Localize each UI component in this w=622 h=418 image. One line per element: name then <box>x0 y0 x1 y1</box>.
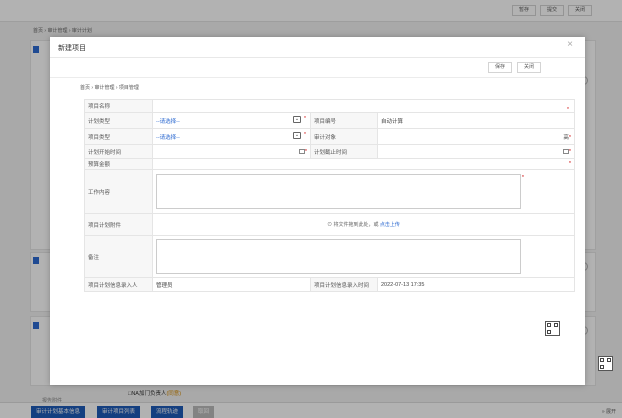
project-name-field[interactable]: * <box>152 99 575 113</box>
entry-person-label: 项目计划信息录入人 <box>84 277 153 292</box>
budget-label: 预算金额 <box>84 158 153 170</box>
plan-start-field[interactable]: * <box>152 144 311 159</box>
entry-person-value: 管理员 <box>152 277 311 292</box>
qr-code-icon[interactable] <box>545 321 560 336</box>
project-code-value: 自动计算 <box>377 112 575 129</box>
remarks-textarea[interactable] <box>152 235 575 278</box>
remarks-label: 备注 <box>84 235 153 278</box>
entry-time-value: 2022-07-13 17:35 <box>377 277 575 292</box>
attachment-label: 项目计划附件 <box>84 213 153 236</box>
divider <box>50 77 585 78</box>
audit-target-label: 审计对象 <box>310 128 378 145</box>
upload-link[interactable]: 点击上传 <box>380 222 400 228</box>
audit-target-field[interactable]: 高* <box>377 128 575 145</box>
divider <box>50 57 585 58</box>
save-button[interactable]: 保存 <box>488 62 513 73</box>
new-project-dialog: 新建项目 × 保存 关闭 首页 › 审计管理 › 项目管理 项目名称 * 计划类… <box>50 37 585 385</box>
chevron-down-icon: ⌄ <box>293 115 301 123</box>
plan-type-select[interactable]: --请选择-- ⌄ * <box>152 112 311 129</box>
project-type-label: 项目类型 <box>84 128 153 145</box>
project-code-label: 项目编号 <box>310 112 378 129</box>
chevron-down-icon: ⌄ <box>293 131 301 139</box>
budget-field[interactable]: * <box>152 158 575 170</box>
plan-end-label: 计划截止时间 <box>310 144 378 159</box>
upload-area[interactable]: ⊙ 将文件拖到此处，或 点击上传 <box>152 213 575 236</box>
breadcrumb: 首页 › 审计管理 › 项目管理 <box>80 85 139 91</box>
work-content-textarea[interactable]: * <box>152 169 575 214</box>
plan-start-label: 计划开始时间 <box>84 144 153 159</box>
qr-code-icon[interactable] <box>598 356 613 371</box>
project-type-select[interactable]: --请选择-- ⌄ * <box>152 128 311 145</box>
work-content-label: 工作内容 <box>84 169 153 214</box>
plan-type-label: 计划类型 <box>84 112 153 129</box>
entry-time-label: 项目计划信息录入时间 <box>310 277 378 292</box>
plan-end-field[interactable]: * <box>377 144 575 159</box>
dialog-title: 新建项目 <box>58 45 86 52</box>
project-form: 项目名称 * 计划类型 --请选择-- ⌄ * 项目编号 自动计算 项目类型 --请… <box>84 99 575 292</box>
project-name-label: 项目名称 <box>84 99 153 113</box>
close-icon[interactable]: × <box>567 40 573 50</box>
close-button[interactable]: 关闭 <box>517 62 542 73</box>
